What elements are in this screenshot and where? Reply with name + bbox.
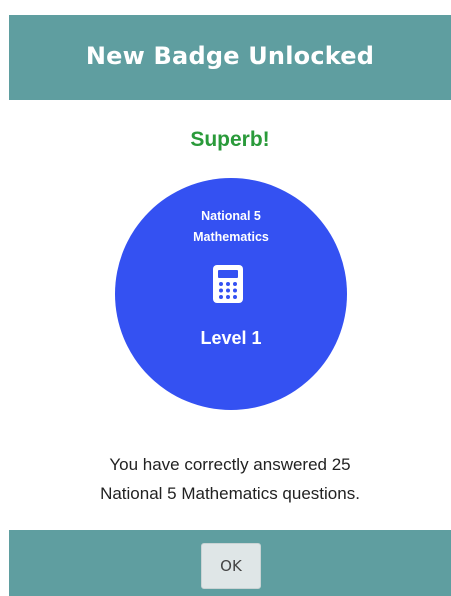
badge-subject-line2: Mathematics [193, 230, 269, 244]
dialog-body: Superb! National 5 Mathematics Level 1 Y… [9, 100, 451, 530]
dialog-header: New Badge Unlocked [9, 15, 451, 100]
badge-level: Level 1 [200, 328, 262, 348]
dialog-footer: OK [9, 530, 451, 596]
dialog-title: New Badge Unlocked [85, 42, 375, 70]
ok-button[interactable]: OK [201, 543, 261, 589]
badge-message-line2: National 5 Mathematics questions. [100, 484, 360, 503]
calculator-icon [213, 265, 243, 303]
badge-unlocked-dialog: New Badge Unlocked Superb! National 5 Ma… [0, 0, 451, 596]
badge-subject: National 5 Mathematics [115, 206, 347, 248]
praise-text: Superb! [190, 128, 270, 151]
badge-message-line1: You have correctly answered 25 [109, 455, 351, 474]
badge-circle: National 5 Mathematics Level 1 [115, 178, 347, 410]
badge-subject-line1: National 5 [201, 209, 261, 223]
badge-message: You have correctly answered 25 National … [9, 450, 451, 508]
